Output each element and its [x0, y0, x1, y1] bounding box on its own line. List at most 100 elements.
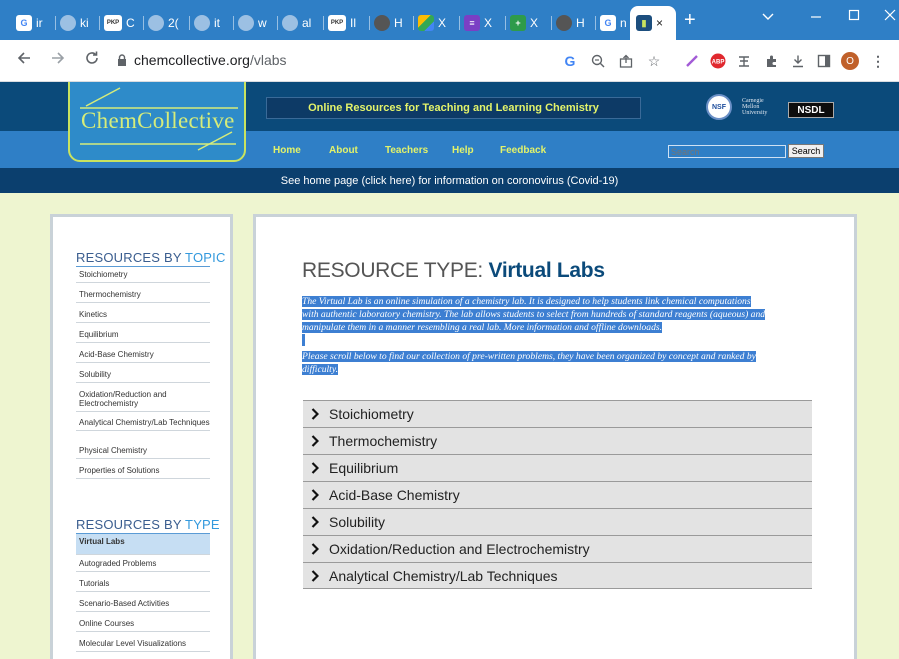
side-panel-icon[interactable]: [814, 51, 834, 71]
note-line: difficulty.: [302, 364, 338, 375]
nsf-logo[interactable]: NSF: [706, 94, 732, 120]
accordion-label: Equilibrium: [329, 460, 399, 476]
reload-icon[interactable]: [80, 50, 104, 71]
tab-label: n: [620, 16, 627, 30]
globe-icon: [282, 15, 298, 31]
pkp-icon: PKP: [104, 15, 122, 31]
nav-teachers[interactable]: Teachers: [385, 145, 428, 156]
nav-help[interactable]: Help: [452, 145, 474, 156]
address-bar[interactable]: chemcollective.org/vlabs: [134, 52, 287, 68]
close-window-icon[interactable]: [870, 8, 899, 24]
nav-home[interactable]: Home: [273, 145, 301, 156]
chevron-right-icon: [303, 516, 329, 528]
chevron-right-icon: [303, 569, 329, 582]
browser-tab[interactable]: w: [238, 8, 278, 38]
intro-paragraph: The Virtual Lab is an online simulation …: [302, 295, 812, 376]
covid-notice-link[interactable]: See home page (click here) for informati…: [0, 168, 899, 193]
google-icon: G: [16, 15, 32, 31]
pkp-icon: PKP: [328, 15, 346, 31]
browser-tab[interactable]: H: [556, 8, 596, 38]
site-search-input[interactable]: [668, 145, 786, 158]
accordion-stoichiometry[interactable]: Stoichiometry: [303, 400, 812, 427]
sidebar-topic-item[interactable]: Oxidation/Reduction and Electrochemistry: [76, 387, 210, 412]
sidebar-topic-item[interactable]: Solubility: [76, 367, 210, 383]
globe-icon: [194, 15, 210, 31]
back-icon[interactable]: [12, 50, 36, 71]
cmu-logo[interactable]: Carnegie Mellon University: [742, 98, 767, 116]
sidebar-type-item[interactable]: Online Courses: [76, 616, 210, 632]
adblock-icon[interactable]: ABP: [708, 51, 728, 71]
heading-text: RESOURCES BY: [76, 517, 186, 532]
site-search-button[interactable]: Search: [788, 144, 824, 158]
sidebar-topic-item[interactable]: Thermochemistry: [76, 287, 210, 303]
browser-tab[interactable]: X: [418, 8, 460, 38]
sidebar: RESOURCES BY TOPIC Stoichiometry Thermoc…: [50, 214, 233, 659]
tab-label: w: [258, 16, 267, 30]
profile-avatar[interactable]: O: [840, 51, 860, 71]
share-icon[interactable]: [616, 51, 636, 71]
browser-tab-active[interactable]: ▮ ×: [630, 6, 676, 40]
sidebar-topic-item[interactable]: Analytical Chemistry/Lab Techniques: [76, 415, 210, 431]
site-logo[interactable]: ChemCollective: [68, 82, 246, 162]
resources-by-type-heading: RESOURCES BY TYPE: [76, 517, 220, 532]
tab-search-chevron-icon[interactable]: [748, 8, 788, 24]
sidebar-type-item[interactable]: Autograded Problems: [76, 556, 210, 572]
title-prefix: RESOURCE TYPE:: [302, 259, 489, 282]
download-icon[interactable]: [788, 51, 808, 71]
browser-tab-strip: G ir ki PKP C 2( it w al PKP Il H X ≡ X: [0, 0, 899, 40]
sidebar-topic-item[interactable]: Properties of Solutions: [76, 463, 210, 479]
cmu-line: University: [742, 110, 768, 116]
minimize-icon[interactable]: [796, 8, 836, 24]
translate-extension-icon[interactable]: [734, 51, 754, 71]
google-lens-icon[interactable]: G: [560, 51, 580, 71]
tab-label: H: [576, 16, 585, 30]
browser-tab[interactable]: PKP C: [104, 8, 144, 38]
browser-tab[interactable]: it: [194, 8, 234, 38]
new-tab-button[interactable]: +: [684, 10, 696, 30]
sidebar-topic-item[interactable]: Stoichiometry: [76, 267, 210, 283]
accordion-redox[interactable]: Oxidation/Reduction and Electrochemistry: [303, 535, 812, 562]
browser-tab[interactable]: + X: [510, 8, 552, 38]
sidebar-type-item-active[interactable]: Virtual Labs: [76, 534, 210, 555]
nav-feedback[interactable]: Feedback: [500, 145, 546, 156]
browser-tab[interactable]: PKP Il: [328, 8, 370, 38]
nav-about[interactable]: About: [329, 145, 358, 156]
globe-icon: [556, 15, 572, 31]
tab-close-icon[interactable]: ×: [656, 16, 663, 30]
nsdl-logo[interactable]: NSDL: [788, 102, 834, 118]
site-tagline: Online Resources for Teaching and Learni…: [266, 97, 641, 119]
accordion-thermochemistry[interactable]: Thermochemistry: [303, 427, 812, 454]
forward-icon[interactable]: [46, 50, 70, 71]
browser-tab[interactable]: G n: [600, 8, 630, 38]
browser-tab[interactable]: ki: [60, 8, 100, 38]
browser-tab[interactable]: H: [374, 8, 414, 38]
tab-label: 2(: [168, 16, 179, 30]
menu-kebab-icon[interactable]: ⋮: [868, 51, 888, 71]
bookmark-star-icon[interactable]: ☆: [644, 51, 664, 71]
sidebar-topic-item[interactable]: Equilibrium: [76, 327, 210, 343]
heading-highlight: TOPIC: [185, 250, 226, 265]
accordion-solubility[interactable]: Solubility: [303, 508, 812, 535]
zoom-icon[interactable]: [588, 51, 608, 71]
sidebar-type-item[interactable]: Scenario-Based Activities: [76, 596, 210, 612]
extensions-puzzle-icon[interactable]: [762, 51, 782, 71]
accordion-acid-base[interactable]: Acid-Base Chemistry: [303, 481, 812, 508]
pen-extension-icon[interactable]: [682, 51, 702, 71]
globe-icon: [148, 15, 164, 31]
tab-label: X: [484, 16, 493, 30]
sidebar-type-item[interactable]: Tutorials: [76, 576, 210, 592]
lock-icon[interactable]: [117, 53, 127, 66]
sidebar-topic-item[interactable]: Kinetics: [76, 307, 210, 323]
browser-tab[interactable]: 2(: [148, 8, 190, 38]
sidebar-type-item[interactable]: Molecular Level Visualizations: [76, 636, 210, 652]
browser-tab[interactable]: G ir: [16, 8, 56, 38]
accordion-analytical[interactable]: Analytical Chemistry/Lab Techniques: [303, 562, 812, 589]
browser-tab[interactable]: al: [282, 8, 324, 38]
sidebar-topic-item[interactable]: Physical Chemistry: [76, 443, 210, 459]
maximize-icon[interactable]: [834, 8, 874, 24]
globe-icon: [60, 15, 76, 31]
accordion-equilibrium[interactable]: Equilibrium: [303, 454, 812, 481]
browser-tab[interactable]: ≡ X: [464, 8, 506, 38]
tab-label: al: [302, 16, 312, 30]
sidebar-topic-item[interactable]: Acid-Base Chemistry: [76, 347, 210, 363]
